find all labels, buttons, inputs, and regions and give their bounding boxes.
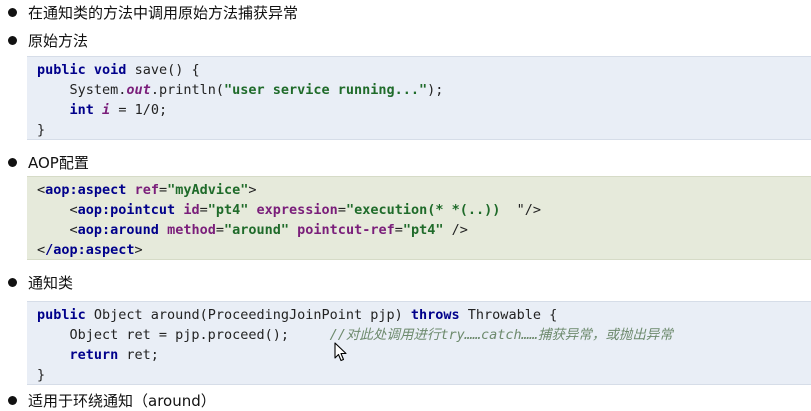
code-line: System.out.println("user service running…: [69, 82, 444, 98]
bullet-text: 在通知类的方法中调用原始方法捕获异常: [28, 3, 299, 22]
code-line: </aop:aspect>: [37, 242, 143, 258]
bullet-text: 适用于环绕通知（around）: [28, 391, 216, 410]
bullet-text: AOP配置: [28, 153, 89, 172]
bullet-text: 通知类: [28, 273, 74, 292]
bullet-text: 原始方法: [28, 31, 89, 50]
bullet-item: 在通知类的方法中调用原始方法捕获异常: [8, 1, 298, 23]
code-line: public Object around(ProceedingJoinPoint…: [37, 307, 558, 323]
mouse-pointer-icon: [334, 342, 347, 362]
code-line: Object ret = pjp.proceed(); //对此处调用进行try…: [69, 327, 673, 343]
code-block-advice-class: public Object around(ProceedingJoinPoint…: [27, 301, 811, 385]
bullet-dot-icon: [8, 277, 17, 287]
code-block-aop-config: <aop:aspect ref="myAdvice"> <aop:pointcu…: [27, 176, 811, 260]
bullet-item: AOP配置: [8, 151, 89, 173]
code-line: public void save() {: [37, 62, 200, 78]
bullet-dot-icon: [8, 157, 17, 167]
code-line: }: [37, 122, 46, 138]
code-line: }: [37, 367, 46, 383]
code-line: <aop:pointcut id="pt4" expression="execu…: [69, 202, 542, 218]
bullet-dot-icon: [8, 395, 17, 405]
code-line: <aop:around method="around" pointcut-ref…: [69, 222, 468, 238]
code-block-original-method: public void save() { System.out.println(…: [27, 56, 811, 140]
bullet-item: 通知类: [8, 271, 73, 293]
bullet-dot-icon: [8, 7, 17, 17]
code-line: return ret;: [69, 347, 159, 363]
bullet-item: 适用于环绕通知（around）: [8, 389, 216, 411]
bullet-dot-icon: [8, 35, 17, 45]
bullet-item: 原始方法: [8, 29, 88, 51]
code-line: int i = 1/0;: [69, 102, 168, 118]
code-line: <aop:aspect ref="myAdvice">: [37, 182, 257, 198]
